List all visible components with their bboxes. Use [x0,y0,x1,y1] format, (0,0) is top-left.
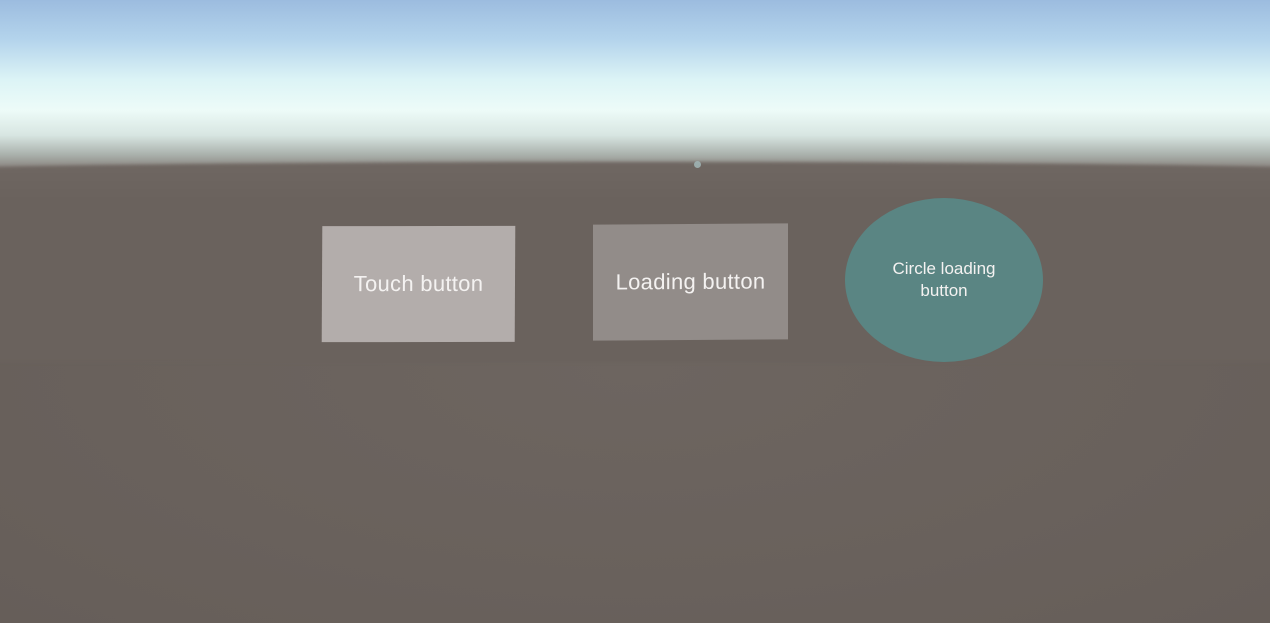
circle-loading-button-label: Circle loading button [892,259,996,300]
circle-loading-button[interactable]: Circle loading button [845,198,1043,362]
loading-button-label: Loading button [615,268,766,295]
loading-button[interactable]: Loading button [593,223,788,341]
touch-button[interactable]: Touch button [321,225,516,343]
touch-button-label: Touch button [353,270,484,297]
gaze-reticle-icon [694,161,701,168]
vr-scene: Touch button Loading button Circle loadi… [0,0,1270,623]
